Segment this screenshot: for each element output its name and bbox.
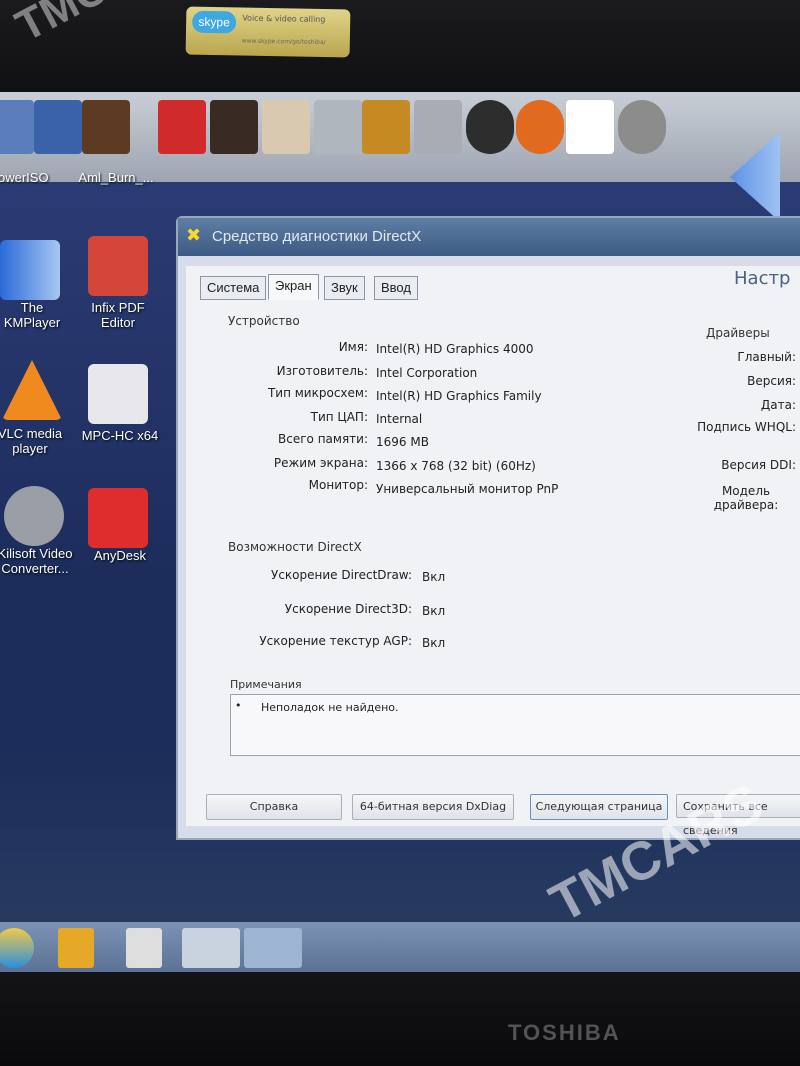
help-button[interactable]: Справка	[206, 794, 342, 820]
settings-icon[interactable]	[466, 100, 514, 154]
device-dac-label: Тип ЦАП:	[310, 410, 368, 424]
drivers-group-title: Драйверы	[706, 326, 770, 340]
game-icon[interactable]	[210, 100, 258, 154]
device-monitor-value: Универсальный монитор PnP	[376, 482, 559, 496]
notes-group-title: Примечания	[230, 678, 302, 691]
laptop-bezel-bottom	[0, 972, 800, 1066]
tab-input[interactable]: Ввод	[374, 276, 418, 300]
device-mode-label: Режим экрана:	[273, 456, 368, 470]
anydesk-icon[interactable]	[158, 100, 206, 154]
next-page-button[interactable]: Следующая страница	[530, 794, 668, 820]
game-icon[interactable]	[82, 100, 130, 154]
notes-text: Неполадок не найдено.	[261, 701, 399, 714]
direct3d-value: Вкл	[422, 604, 446, 618]
notes-box[interactable]: • Неполадок не найдено.	[230, 694, 800, 756]
sticker-url: www.skype.com/go/toshiba/	[241, 37, 326, 47]
desktop-label-mpc-hc: MPC-HC x64	[81, 428, 159, 443]
laptop-brand: TOSHIBA	[508, 1020, 621, 1045]
driver-whql-label: Подпись WHQL:	[697, 420, 796, 434]
driver-version-label: Версия:	[747, 374, 796, 388]
driver-ddi-label: Версия DDI:	[721, 458, 796, 472]
device-monitor-label: Монитор:	[308, 478, 368, 492]
dxdiag-icon[interactable]	[244, 928, 302, 968]
video-converter-icon[interactable]	[4, 486, 64, 546]
device-group-title: Устройство	[228, 314, 300, 328]
driver-model-label: Модель драйвера:	[713, 484, 779, 512]
media-icon[interactable]	[126, 928, 162, 968]
gta-iv-icon[interactable]	[414, 100, 462, 154]
notes-bullet: •	[235, 699, 242, 712]
mpc-hc-icon[interactable]	[566, 100, 614, 154]
tab-sound[interactable]: Звук	[324, 276, 365, 300]
agp-label: Ускорение текстур AGP:	[259, 634, 412, 648]
device-chip-value: Intel(R) HD Graphics Family	[376, 389, 542, 403]
game-icon[interactable]	[262, 100, 310, 154]
device-name-label: Имя:	[338, 340, 368, 354]
kmplayer-icon[interactable]	[0, 240, 60, 300]
device-mode-value: 1366 x 768 (32 bit) (60Hz)	[376, 459, 536, 473]
anydesk-icon[interactable]	[88, 488, 148, 548]
toolbar-label-aml-burn: Aml_Burn_...	[78, 170, 154, 185]
device-manufacturer-value: Intel Corporation	[376, 366, 478, 380]
dxdiag-icon: ✖	[186, 225, 202, 246]
poweriso-icon[interactable]	[0, 100, 34, 154]
burn-app-icon[interactable]	[34, 100, 82, 154]
taskbar	[0, 922, 800, 972]
driver-main-label: Главный:	[737, 350, 796, 364]
laptop-bezel-top	[0, 0, 800, 95]
pdf-editor-icon[interactable]	[88, 236, 148, 296]
desktop-label-vlc: VLC media player	[0, 426, 63, 456]
right-heading: Настр	[734, 268, 791, 289]
agp-value: Вкл	[422, 636, 446, 650]
toolbar-label-poweriso: owerISO	[0, 170, 49, 185]
explorer-icon[interactable]	[58, 928, 94, 968]
device-memory-label: Всего памяти:	[278, 432, 368, 446]
desktop-label-kilisoft: Kilisoft Video Converter...	[0, 546, 73, 576]
dxdiag-window: ✖ Средство диагностики DirectX Система Э…	[176, 216, 800, 840]
device-name-value: Intel(R) HD Graphics 4000	[376, 342, 534, 356]
desktop-label-infix: Infix PDF Editor	[91, 300, 145, 330]
directx-group-title: Возможности DirectX	[228, 540, 362, 554]
tab-system[interactable]: Система	[200, 276, 267, 300]
device-chip-label: Тип микросхем:	[267, 386, 368, 400]
driver-date-label: Дата:	[760, 398, 796, 412]
desktop-label-kmplayer: The KMPlayer	[3, 300, 61, 330]
aimp-icon[interactable]	[516, 100, 564, 154]
direct3d-label: Ускорение Direct3D:	[284, 602, 412, 616]
skype-sticker: skype Voice & video calling www.skype.co…	[185, 6, 351, 58]
folder-icon[interactable]	[182, 928, 240, 968]
window-title: Средство диагностики DirectX	[212, 228, 422, 245]
directdraw-value: Вкл	[422, 570, 446, 584]
device-manufacturer-label: Изготовитель:	[276, 364, 368, 378]
game-icon[interactable]	[362, 100, 410, 154]
mpc-hc-icon[interactable]	[88, 364, 148, 424]
skype-logo: skype	[191, 10, 237, 34]
dxdiag-64-button[interactable]: 64-битная версия DxDiag	[352, 794, 514, 820]
device-memory-value: 1696 MB	[376, 435, 429, 449]
tab-display[interactable]: Экран	[268, 274, 319, 300]
cs-icon[interactable]	[314, 100, 362, 154]
desktop-label-anydesk: AnyDesk	[93, 548, 147, 563]
device-dac-value: Internal	[376, 412, 423, 426]
video-converter-icon[interactable]	[618, 100, 666, 154]
sticker-tagline: Voice & video calling	[242, 13, 326, 24]
window-titlebar[interactable]: ✖ Средство диагностики DirectX	[178, 218, 800, 256]
directdraw-label: Ускорение DirectDraw:	[271, 568, 412, 582]
